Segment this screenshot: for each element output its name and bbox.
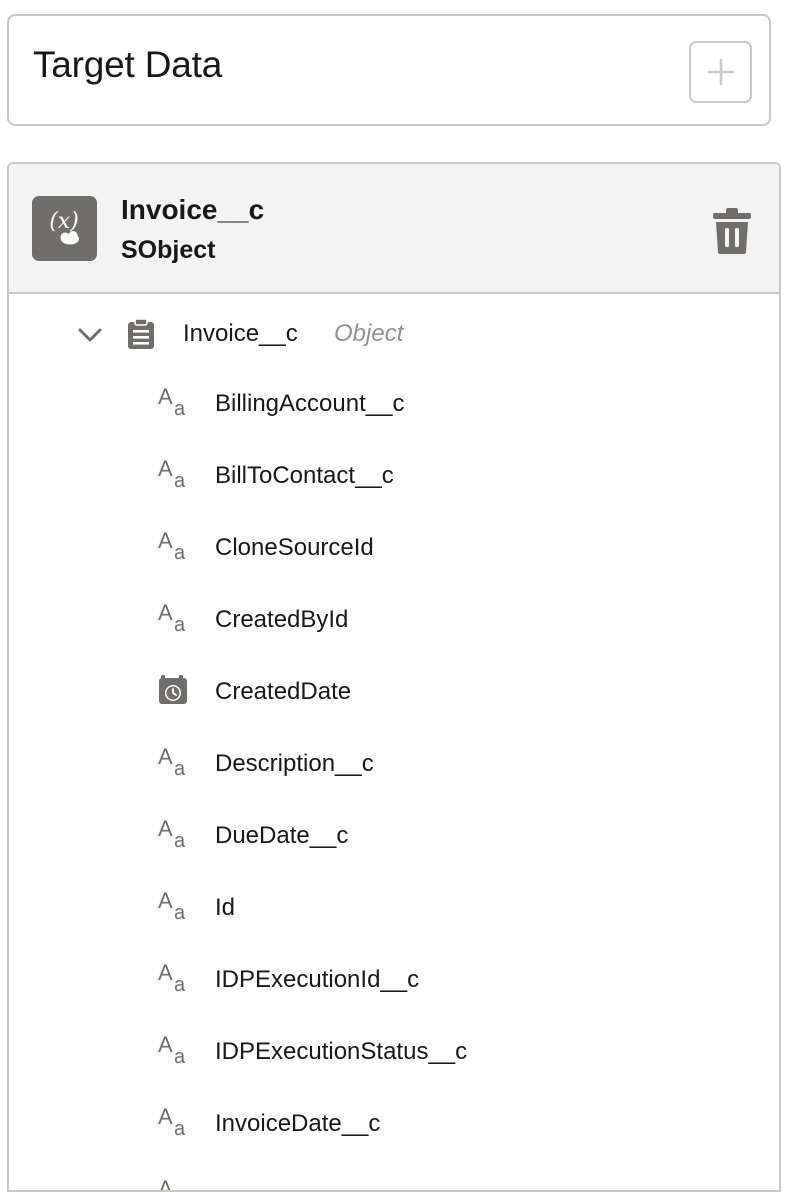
text-icon: A a [158, 528, 186, 562]
variable-name: Invoice__c [121, 194, 265, 225]
variable-icon: (x) [32, 196, 97, 261]
plus-icon [707, 58, 734, 86]
field-label: IDPExecutionStatus__c [215, 1038, 468, 1065]
svg-text:A: A [158, 384, 173, 409]
svg-text:a: a [174, 398, 186, 418]
field-item[interactable]: A a Id [9, 872, 779, 944]
text-icon: A a [158, 1104, 186, 1138]
text-icon: A a [158, 888, 186, 922]
svg-text:a: a [174, 974, 186, 994]
field-label: BillingAccount__c [215, 390, 405, 417]
svg-text:a: a [174, 902, 186, 922]
field-list: A a BillingAccount__c A a BillToContact_… [9, 368, 779, 1192]
text-icon: A a [158, 384, 186, 418]
tree-node-type: Object [334, 320, 404, 347]
clipboard-icon [128, 318, 154, 349]
field-label: InvoiceDate__c [215, 1110, 381, 1137]
variable-header: (x) Invoice__c SObject [9, 164, 779, 294]
field-item[interactable]: A a [9, 1160, 779, 1192]
field-item[interactable]: A a CloneSourceId [9, 512, 779, 584]
field-item[interactable]: A a CreatedById [9, 584, 779, 656]
svg-text:A: A [158, 960, 173, 985]
field-item[interactable]: A a BillToContact__c [9, 440, 779, 512]
text-icon: A a [158, 816, 186, 850]
field-label: CreatedById [215, 606, 349, 633]
tree-node-label: Invoice__c [183, 320, 298, 347]
svg-text:A: A [158, 456, 173, 481]
field-label: BillToContact__c [215, 462, 394, 489]
text-icon: A a [158, 744, 186, 778]
field-label: CreatedDate [215, 678, 352, 705]
delete-button[interactable] [709, 206, 755, 256]
variable-type: SObject [121, 236, 216, 264]
text-icon: A a [158, 456, 186, 490]
trash-icon [713, 208, 751, 254]
field-item[interactable]: CreatedDate [9, 656, 779, 728]
svg-text:a: a [174, 1046, 186, 1066]
field-item[interactable]: A a IDPExecutionStatus__c [9, 1016, 779, 1088]
variable-panel: (x) Invoice__c SObject Invoice__c Object… [7, 162, 781, 1192]
field-label: IDPExecutionId__c [215, 966, 420, 993]
field-label: CloneSourceId [215, 534, 374, 561]
svg-text:(x): (x) [49, 209, 79, 234]
field-label: Id [215, 894, 236, 921]
svg-text:A: A [158, 1104, 173, 1129]
text-icon: A a [158, 960, 186, 994]
svg-text:A: A [158, 600, 173, 625]
svg-text:a: a [174, 614, 186, 634]
datetime-icon [159, 675, 187, 704]
svg-text:A: A [158, 816, 173, 841]
text-icon: A a [158, 1176, 173, 1192]
field-item[interactable]: A a InvoiceDate__c [9, 1088, 779, 1160]
svg-text:a: a [174, 830, 186, 850]
field-label: DueDate__c [215, 822, 349, 849]
text-icon: A a [158, 1032, 186, 1066]
page-title: Target Data [33, 44, 223, 85]
field-label: Description__c [215, 750, 374, 777]
svg-text:A: A [158, 888, 173, 913]
svg-text:a: a [174, 470, 186, 490]
chevron-down-icon[interactable] [75, 320, 105, 350]
field-item[interactable]: A a Description__c [9, 728, 779, 800]
field-item[interactable]: A a BillingAccount__c [9, 368, 779, 440]
add-button[interactable] [689, 41, 752, 103]
field-item[interactable]: A a IDPExecutionId__c [9, 944, 779, 1016]
svg-text:A: A [158, 528, 173, 553]
svg-text:a: a [174, 758, 186, 778]
text-icon: A a [158, 600, 186, 634]
svg-text:a: a [174, 1118, 186, 1138]
svg-text:A: A [158, 744, 173, 769]
svg-text:A: A [158, 1176, 173, 1192]
field-item[interactable]: A a DueDate__c [9, 800, 779, 872]
svg-text:a: a [174, 542, 186, 562]
svg-text:A: A [158, 1032, 173, 1057]
tree-node-invoice[interactable]: Invoice__c Object [9, 296, 779, 368]
target-data-card: Target Data [7, 14, 771, 126]
